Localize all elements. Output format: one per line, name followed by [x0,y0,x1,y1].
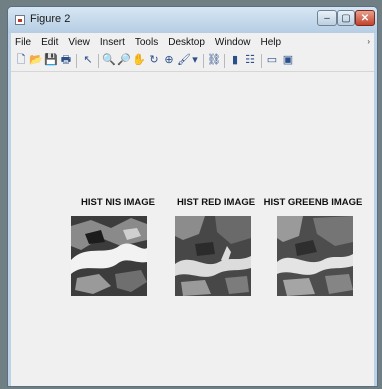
menu-desktop[interactable]: Desktop [163,37,210,48]
figure-canvas: HIST NIS IMAGE HIST RED IMAGE HIST GREEN… [11,72,374,386]
brush-icon[interactable]: 🖌 [177,53,191,68]
brush-dropdown-icon[interactable]: ▾ [191,53,199,68]
save-figure-icon[interactable]: 💾 [44,53,58,68]
toolbar-separator [224,54,225,68]
close-button[interactable]: ✕ [355,10,375,26]
toolbar-separator [203,54,204,68]
figure-toolbar: 🗋 📂 💾 🖶 ↖ 🔍 🔎 ✋ ↻ ⊕ 🖌 ▾ ⛓ ▮ ☷ ▭ ▣ [11,51,374,72]
menu-view[interactable]: View [63,37,95,48]
histeq-red-image [175,216,251,296]
menu-tools[interactable]: Tools [130,37,163,48]
pan-hand-icon[interactable]: ✋ [132,53,146,68]
figure-icon [15,15,25,25]
open-file-icon[interactable]: 📂 [29,53,43,68]
window-title: Figure 2 [30,13,71,25]
menu-overflow-icon[interactable]: › [367,37,370,46]
panel-title-red: HIST RED IMAGE [176,197,256,208]
menu-file[interactable]: File [11,37,36,48]
link-plot-icon[interactable]: ⛓ [207,53,221,68]
toolbar-separator [76,54,77,68]
panel-title-greenb: HIST GREENB IMAGE [263,197,363,208]
zoom-out-icon[interactable]: 🔎 [117,53,131,68]
menu-bar: File Edit View Insert Tools Desktop Wind… [11,33,374,51]
toolbar-separator [261,54,262,68]
menu-insert[interactable]: Insert [95,37,130,48]
menu-window[interactable]: Window [210,37,256,48]
hide-plot-tools-icon[interactable]: ▭ [265,53,279,68]
print-figure-icon[interactable]: 🖶 [59,53,73,68]
toolbar-separator [98,54,99,68]
insert-legend-icon[interactable]: ☷ [243,53,257,68]
zoom-in-icon[interactable]: 🔍 [102,53,116,68]
show-plot-tools-icon[interactable]: ▣ [281,53,295,68]
data-cursor-icon[interactable]: ⊕ [162,53,176,68]
figure-client-area: File Edit View Insert Tools Desktop Wind… [11,33,374,386]
title-bar[interactable]: Figure 2 – ▢ ✕ [8,7,377,33]
edit-plot-arrow-icon[interactable]: ↖ [81,53,95,68]
panel-title-nis: HIST NIS IMAGE [81,197,155,208]
rotate-3d-icon[interactable]: ↻ [147,53,161,68]
figure-window: Figure 2 – ▢ ✕ File Edit View Insert Too… [7,6,378,387]
histeq-nis-image [71,216,147,296]
menu-help[interactable]: Help [256,37,287,48]
histeq-greenb-image [277,216,353,296]
maximize-button[interactable]: ▢ [337,10,355,26]
minimize-button[interactable]: – [317,10,337,26]
menu-edit[interactable]: Edit [36,37,63,48]
new-figure-icon[interactable]: 🗋 [14,53,28,68]
insert-colorbar-icon[interactable]: ▮ [228,53,242,68]
